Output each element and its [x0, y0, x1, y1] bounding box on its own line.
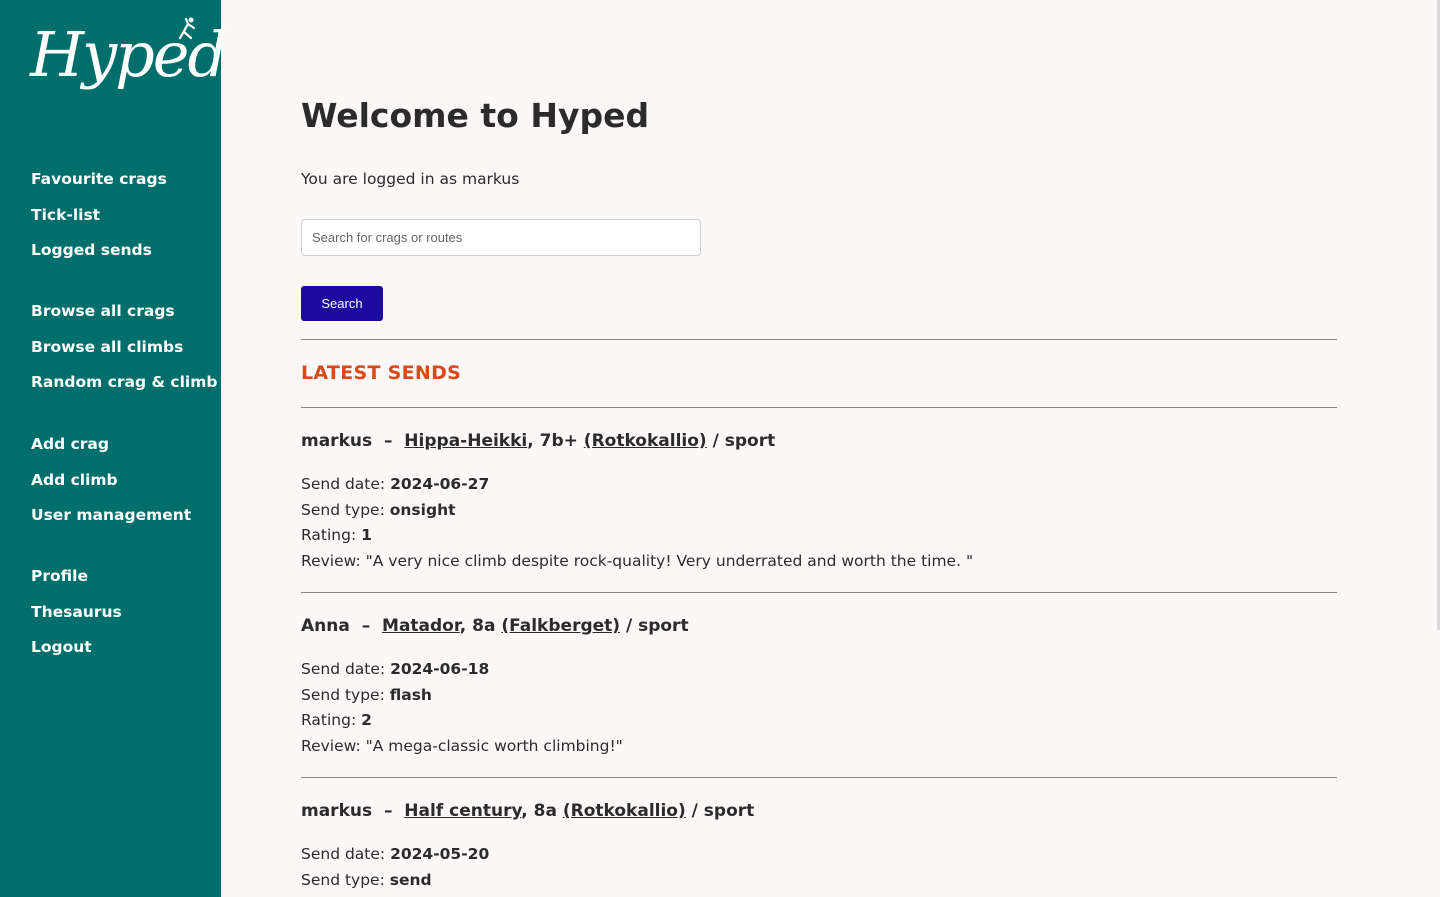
- climb-link[interactable]: Hippa-Heikki: [404, 431, 527, 451]
- rating-value: 2: [361, 711, 372, 729]
- climber-icon: [178, 17, 196, 40]
- send-type-row: Send type: send: [301, 870, 432, 889]
- crag-link[interactable]: (Rotkokallio): [584, 431, 707, 451]
- send-heading: markus – Hippa-Heikki, 7b+ (Rotkokallio)…: [301, 429, 1337, 453]
- send-user: markus: [301, 431, 373, 451]
- divider: [301, 592, 1337, 593]
- send-date-row: Send date: 2024-05-20: [301, 845, 490, 863]
- nav-group-browse: Browse all crags Browse all climbs Rando…: [31, 294, 217, 401]
- send-type-value: onsight: [389, 500, 456, 519]
- send-entry: Anna – Matador, 8a (Falkberget) / sport …: [301, 614, 1337, 759]
- sidebar: Hyped Favourite crags Tick-list Logged s…: [0, 0, 227, 897]
- review-text: "A mega-classic worth climbing!": [365, 736, 623, 755]
- send-heading: markus – Half century, 8a (Rotkokallio) …: [301, 799, 1337, 823]
- review-text: "A very nice climb despite rock-quality!…: [365, 551, 974, 570]
- send-dash: –: [361, 616, 371, 636]
- send-grade: , 8a: [521, 801, 563, 821]
- latest-sends-title: LATEST SENDS: [301, 362, 462, 384]
- send-style: / sport: [620, 616, 689, 636]
- nav-browse-all-climbs[interactable]: Browse all climbs: [31, 330, 217, 366]
- nav-group-personal: Favourite crags Tick-list Logged sends: [31, 162, 167, 269]
- send-heading: Anna – Matador, 8a (Falkberget) / sport: [301, 614, 1337, 638]
- nav-user-management[interactable]: User management: [31, 498, 191, 534]
- send-date-value: 2024-06-27: [390, 475, 490, 493]
- send-date-row: Send date: 2024-06-27: [301, 475, 490, 493]
- nav-logout[interactable]: Logout: [31, 630, 122, 666]
- send-type-row: Send type: flash: [301, 685, 432, 704]
- divider: [301, 339, 1337, 340]
- crag-link[interactable]: (Rotkokallio): [563, 801, 686, 821]
- climb-link[interactable]: Matador: [382, 616, 460, 636]
- search-input[interactable]: [301, 219, 701, 256]
- search-button[interactable]: Search: [301, 286, 383, 321]
- rating-row: Rating: 1: [301, 526, 372, 544]
- nav-thesaurus[interactable]: Thesaurus: [31, 595, 122, 631]
- send-type-row: Send type: onsight: [301, 500, 456, 519]
- nav-tick-list[interactable]: Tick-list: [31, 198, 167, 234]
- page-title: Welcome to Hyped: [301, 96, 650, 135]
- nav-logged-sends[interactable]: Logged sends: [31, 233, 167, 269]
- send-entry: markus – Hippa-Heikki, 7b+ (Rotkokallio)…: [301, 429, 1337, 574]
- nav-favourite-crags[interactable]: Favourite crags: [31, 162, 167, 198]
- nav-profile[interactable]: Profile: [31, 559, 122, 595]
- send-type-value: send: [389, 870, 432, 889]
- nav-group-account: Profile Thesaurus Logout: [31, 559, 122, 666]
- send-style: / sport: [685, 801, 755, 821]
- divider: [301, 777, 1337, 778]
- rating-value: 1: [361, 526, 372, 544]
- review-row: Review: "A very nice climb despite rock-…: [301, 551, 974, 570]
- send-entry: markus – Half century, 8a (Rotkokallio) …: [301, 799, 1337, 893]
- send-grade: , 7b+: [527, 431, 584, 451]
- send-user: Anna: [301, 616, 350, 636]
- rating-row: Rating: 2: [301, 711, 372, 729]
- send-user: markus: [301, 801, 373, 821]
- nav-group-admin: Add crag Add climb User management: [31, 427, 191, 534]
- send-date-value: 2024-06-18: [390, 660, 490, 678]
- send-date-row: Send date: 2024-06-18: [301, 660, 490, 678]
- logged-in-status: You are logged in as markus: [301, 170, 520, 188]
- nav-browse-all-crags[interactable]: Browse all crags: [31, 294, 217, 330]
- send-style: / sport: [706, 431, 776, 451]
- review-row: Review: "A mega-classic worth climbing!": [301, 736, 623, 755]
- climb-link[interactable]: Half century: [404, 801, 521, 821]
- send-grade: , 8a: [459, 616, 502, 636]
- divider: [301, 407, 1337, 408]
- nav-random-crag-climb[interactable]: Random crag & climb: [31, 365, 217, 401]
- send-date-value: 2024-05-20: [390, 845, 490, 863]
- nav-add-climb[interactable]: Add climb: [31, 463, 191, 499]
- hyped-logo[interactable]: Hyped: [28, 16, 227, 116]
- nav-add-crag[interactable]: Add crag: [31, 427, 191, 463]
- send-type-value: flash: [389, 685, 432, 704]
- crag-link[interactable]: (Falkberget): [501, 616, 620, 636]
